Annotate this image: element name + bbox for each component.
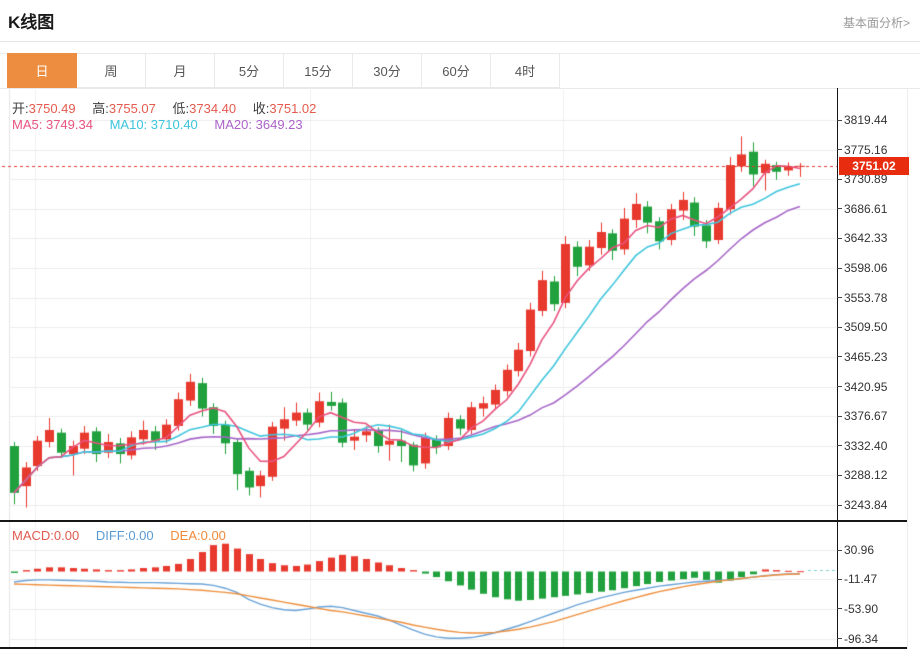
ma-row: MA5: 3749.34 MA10: 3710.40 MA20: 3649.23 <box>12 117 316 132</box>
y-axis-tick <box>837 179 842 180</box>
ma5-value: 3749.34 <box>46 117 93 132</box>
y-axis-label: 3420.95 <box>844 380 887 394</box>
tab-15分[interactable]: 15分 <box>283 53 353 88</box>
page-title: K线图 <box>8 8 54 33</box>
y-axis-tick <box>837 120 842 121</box>
y-axis-label: 3243.84 <box>844 498 887 512</box>
y-axis-tick <box>837 445 842 446</box>
tab-4时[interactable]: 4时 <box>490 53 560 88</box>
y-axis-tick <box>837 327 842 328</box>
open-value: 3750.49 <box>29 101 76 116</box>
y-axis-tick <box>837 356 842 357</box>
y-axis-tick <box>837 416 842 417</box>
y-axis-label: 3509.50 <box>844 320 887 334</box>
y-axis-tick <box>837 505 842 506</box>
macd-label: MACD: <box>12 528 54 543</box>
high-label: 高: <box>92 101 109 116</box>
close-label: 收: <box>253 101 270 116</box>
dea-value: 0.00 <box>201 528 226 543</box>
chart-area: 开:3750.49 高:3755.07 低:3734.40 收:3751.02 … <box>0 88 920 650</box>
y-axis-label: 3376.67 <box>844 409 887 423</box>
y-axis-label: 3465.23 <box>844 350 887 364</box>
y-axis-tick <box>837 208 842 209</box>
main-chart-canvas[interactable] <box>0 88 837 521</box>
y-axis-tick <box>837 579 842 580</box>
ohlc-row: 开:3750.49 高:3755.07 低:3734.40 收:3751.02 <box>12 98 329 117</box>
y-axis-tick <box>837 149 842 150</box>
header-divider <box>0 41 920 42</box>
ma10-value: 3710.40 <box>151 117 198 132</box>
ma5-label: MA5: <box>12 117 42 132</box>
diff-value: 0.00 <box>128 528 153 543</box>
macd-values-row: MACD:0.00 DIFF:0.00 DEA:0.00 <box>12 528 239 543</box>
low-value: 3734.40 <box>189 101 236 116</box>
y-axis-tick <box>837 475 842 476</box>
y-axis-label: 3598.06 <box>844 261 887 275</box>
y-axis-tick <box>837 238 842 239</box>
y-axis-tick <box>837 638 842 639</box>
fundamental-analysis-link[interactable]: 基本面分析> <box>843 14 910 31</box>
tab-5分[interactable]: 5分 <box>214 53 284 88</box>
y-axis-tick <box>837 550 842 551</box>
current-price-badge: 3751.02 <box>839 157 909 175</box>
tab-周[interactable]: 周 <box>76 53 146 88</box>
open-label: 开: <box>12 101 29 116</box>
y-axis-label: -96.34 <box>844 632 878 646</box>
y-axis-line <box>837 88 838 649</box>
ma20-label: MA20: <box>214 117 252 132</box>
y-axis-label: 3642.33 <box>844 231 887 245</box>
y-axis-tick <box>837 297 842 298</box>
ma10-label: MA10: <box>110 117 148 132</box>
high-value: 3755.07 <box>109 101 156 116</box>
y-axis-label: 30.96 <box>844 543 874 557</box>
macd-value: 0.00 <box>54 528 79 543</box>
dea-label: DEA: <box>170 528 200 543</box>
y-axis-label: 3332.40 <box>844 439 887 453</box>
y-axis-tick <box>837 386 842 387</box>
y-axis-label: 3819.44 <box>844 113 887 127</box>
y-axis-tick <box>837 268 842 269</box>
pane-separator-line <box>0 520 908 522</box>
close-value: 3751.02 <box>269 101 316 116</box>
y-axis-tick <box>837 608 842 609</box>
ma20-value: 3649.23 <box>256 117 303 132</box>
tab-60分[interactable]: 60分 <box>421 53 491 88</box>
y-axis-label: 3288.12 <box>844 468 887 482</box>
low-label: 低: <box>173 101 190 116</box>
y-axis-label: -11.47 <box>844 572 877 586</box>
y-axis-label: 3553.78 <box>844 291 887 305</box>
kline-page: K线图 基本面分析> 日周月5分15分30分60分4时 开:3750.49 高:… <box>0 0 920 650</box>
y-axis-label: 3775.16 <box>844 143 887 157</box>
diff-label: DIFF: <box>96 528 129 543</box>
y-axis-label: -53.90 <box>844 602 878 616</box>
tab-30分[interactable]: 30分 <box>352 53 422 88</box>
tab-月[interactable]: 月 <box>145 53 215 88</box>
chart-bottom-line <box>0 647 908 649</box>
y-axis-label: 3686.61 <box>844 202 887 216</box>
tab-日[interactable]: 日 <box>7 53 77 88</box>
tab-bar: 日周月5分15分30分60分4时 <box>8 53 560 88</box>
